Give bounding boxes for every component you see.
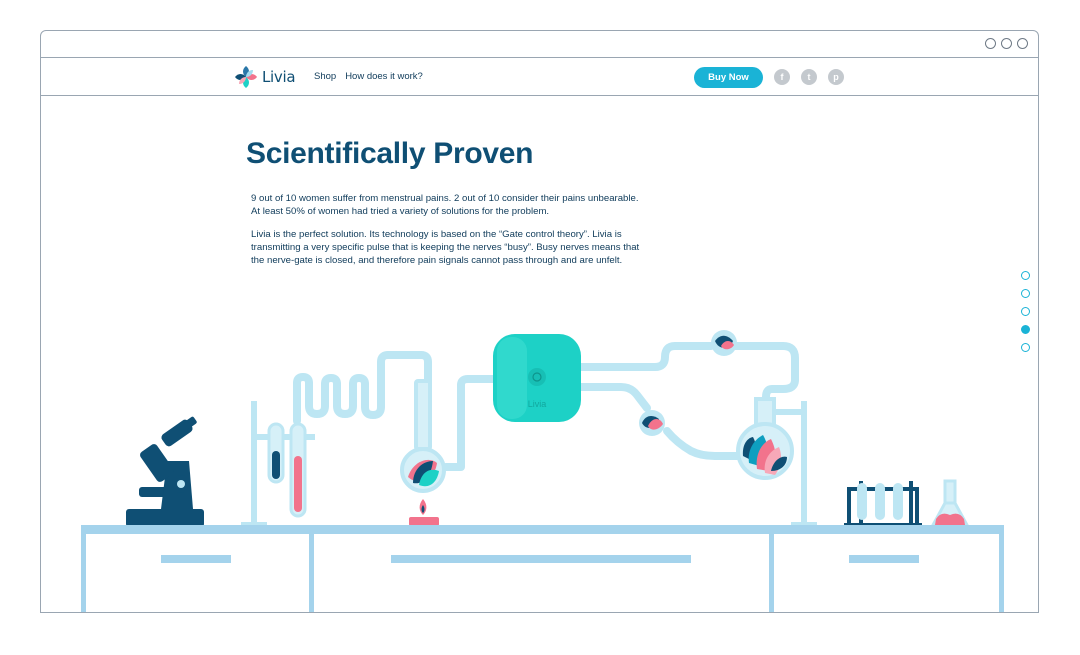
technology-paragraph: Livia is the perfect solution. Its techn… (251, 229, 640, 267)
livia-device: Livia (493, 334, 581, 422)
pager-dot[interactable] (1021, 289, 1030, 298)
browser-window: Livia Shop How does it work? Buy Now f t… (40, 30, 1039, 613)
device-label: Livia (528, 399, 547, 409)
pager-dot-active[interactable] (1021, 325, 1030, 334)
intro-paragraph: 9 out of 10 women suffer from menstrual … (251, 193, 639, 218)
pager-dot[interactable] (1021, 307, 1030, 316)
section-pager (1021, 271, 1030, 352)
pager-dot[interactable] (1021, 343, 1030, 352)
lab-illustration: Livia (81, 330, 1004, 612)
pager-dot[interactable] (1021, 271, 1030, 280)
page-title: Scientifically Proven (246, 137, 534, 170)
